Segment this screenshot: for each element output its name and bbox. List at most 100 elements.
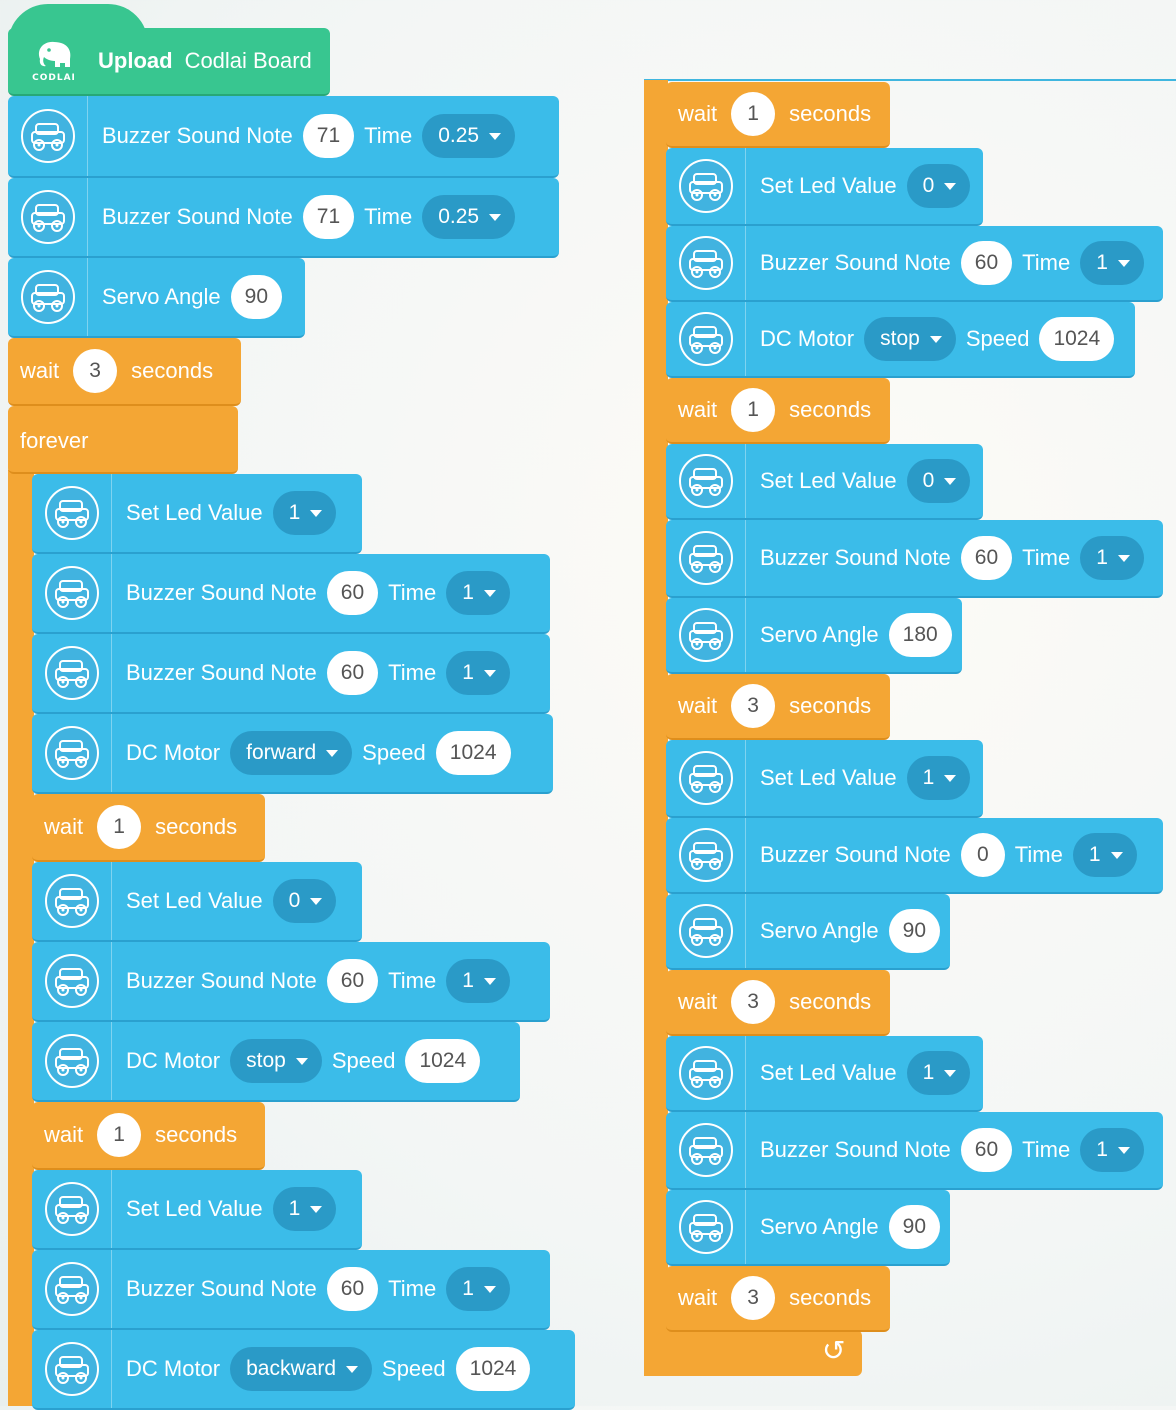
- chevron-down-icon: [944, 477, 957, 485]
- angle-input[interactable]: 90: [888, 1205, 940, 1249]
- upload-hat-block[interactable]: CODLAI Upload Codlai Board: [8, 28, 330, 96]
- buzzer-sound-note-block[interactable]: Buzzer Sound Note 60 Time 1: [32, 554, 550, 634]
- wait-seconds-input[interactable]: 1: [97, 1113, 142, 1157]
- buzzer-sound-note-block[interactable]: Buzzer Sound Note 60 Time 1: [666, 520, 1163, 598]
- time-dropdown[interactable]: 1: [1080, 536, 1144, 580]
- buzzer-sound-note-block[interactable]: Buzzer Sound Note 71 Time 0.25: [8, 178, 559, 258]
- buzzer-sound-note-block[interactable]: Buzzer Sound Note 60 Time 1: [32, 634, 550, 714]
- time-dropdown[interactable]: 1: [446, 571, 510, 615]
- led-value-dropdown[interactable]: 1: [272, 1187, 337, 1231]
- wait-seconds-input[interactable]: 3: [731, 684, 776, 728]
- led-value-dropdown[interactable]: 0: [906, 164, 971, 208]
- wait-seconds-input[interactable]: 1: [731, 388, 776, 432]
- angle-input[interactable]: 90: [230, 275, 282, 319]
- device-icon-cell: [32, 634, 112, 712]
- set-led-value-block[interactable]: Set Led Value 1: [32, 1170, 362, 1250]
- led-value-dropdown[interactable]: 1: [906, 1051, 971, 1095]
- device-icon-cell: [666, 302, 746, 376]
- led-value-dropdown[interactable]: 0: [906, 459, 971, 503]
- time-dropdown[interactable]: 1: [446, 959, 510, 1003]
- wait-seconds-input[interactable]: 3: [73, 349, 118, 393]
- blocks-workspace[interactable]: CODLAI Upload Codlai Board Buzzer Sound …: [0, 0, 1176, 1410]
- led-value-dropdown[interactable]: 1: [906, 756, 971, 800]
- set-led-value-block[interactable]: Set Led Value 1: [666, 1036, 983, 1112]
- block-label: Buzzer Sound Note: [760, 842, 951, 867]
- wait-block[interactable]: wait 3 seconds: [666, 970, 890, 1036]
- direction-dropdown[interactable]: stop: [230, 1039, 322, 1083]
- note-input[interactable]: 60: [326, 1267, 379, 1311]
- wait-block[interactable]: wait 1 seconds: [32, 794, 265, 862]
- block-content: Set Led Value 1: [746, 756, 971, 800]
- time-dropdown[interactable]: 0.25: [422, 195, 516, 239]
- wait-block[interactable]: wait 1 seconds: [32, 1102, 265, 1170]
- buzzer-sound-note-block[interactable]: Buzzer Sound Note 71 Time 0.25: [8, 96, 559, 178]
- note-input[interactable]: 0: [960, 833, 1005, 877]
- note-input[interactable]: 71: [302, 195, 355, 239]
- set-led-value-block[interactable]: Set Led Value 1: [32, 474, 362, 554]
- speed-input[interactable]: 1024: [435, 731, 511, 775]
- note-input[interactable]: 60: [960, 536, 1013, 580]
- device-icon-cell: [32, 862, 112, 940]
- time-dropdown[interactable]: 1: [1072, 833, 1137, 877]
- time-dropdown[interactable]: 1: [446, 651, 510, 695]
- robot-car-icon: [44, 726, 99, 780]
- time-dropdown[interactable]: 1: [1080, 1128, 1144, 1172]
- dc-motor-block[interactable]: DC Motor stop Speed 1024: [32, 1022, 520, 1102]
- speed-input[interactable]: 1024: [455, 1347, 531, 1391]
- dc-motor-block[interactable]: DC Motor stop Speed 1024: [666, 302, 1135, 378]
- board-label: Codlai Board: [184, 48, 312, 73]
- dropdown-value: 0: [288, 889, 301, 912]
- dc-motor-block[interactable]: DC Motor backward Speed 1024: [32, 1330, 575, 1410]
- set-led-value-block[interactable]: Set Led Value 0: [666, 148, 983, 226]
- dc-motor-block[interactable]: DC Motor forward Speed 1024: [32, 714, 553, 794]
- speed-input[interactable]: 1024: [1039, 317, 1115, 361]
- dropdown-value: 1: [462, 1277, 474, 1300]
- wait-block[interactable]: wait 3 seconds: [666, 1266, 890, 1332]
- note-input[interactable]: 60: [326, 651, 379, 695]
- speed-input[interactable]: 1024: [405, 1039, 481, 1083]
- seconds-label: seconds: [789, 693, 872, 718]
- block-content: wait 3 seconds: [666, 684, 871, 728]
- note-input[interactable]: 60: [326, 959, 379, 1003]
- set-led-value-block[interactable]: Set Led Value 0: [666, 444, 983, 520]
- block-label: Buzzer Sound Note: [760, 545, 951, 570]
- dropdown-value: 0: [922, 469, 935, 492]
- time-dropdown[interactable]: 1: [1080, 241, 1144, 285]
- set-led-value-block[interactable]: Set Led Value 1: [666, 740, 983, 818]
- servo-angle-block[interactable]: Servo Angle 90: [666, 1190, 950, 1266]
- angle-input[interactable]: 90: [888, 909, 940, 953]
- note-input[interactable]: 71: [302, 114, 355, 158]
- note-input[interactable]: 60: [960, 1128, 1013, 1172]
- buzzer-sound-note-block[interactable]: Buzzer Sound Note 0 Time 1: [666, 818, 1163, 894]
- wait-block[interactable]: wait 1 seconds: [666, 378, 890, 444]
- direction-dropdown[interactable]: forward: [230, 731, 353, 775]
- dropdown-value: 1: [922, 766, 935, 789]
- wait-seconds-input[interactable]: 3: [731, 980, 776, 1024]
- wait-seconds-input[interactable]: 1: [97, 805, 142, 849]
- time-dropdown[interactable]: 1: [446, 1267, 510, 1311]
- direction-dropdown[interactable]: backward: [230, 1347, 373, 1391]
- servo-angle-block[interactable]: Servo Angle 90: [8, 258, 305, 338]
- wait-block[interactable]: wait 1 seconds: [666, 82, 890, 148]
- block-label: Buzzer Sound Note: [102, 123, 293, 148]
- buzzer-sound-note-block[interactable]: Buzzer Sound Note 60 Time 1: [32, 942, 550, 1022]
- buzzer-sound-note-block[interactable]: Buzzer Sound Note 60 Time 1: [32, 1250, 550, 1330]
- wait-seconds-input[interactable]: 3: [731, 1276, 776, 1320]
- angle-input[interactable]: 180: [888, 613, 952, 657]
- time-dropdown[interactable]: 0.25: [422, 114, 516, 158]
- note-input[interactable]: 60: [960, 241, 1013, 285]
- forever-block[interactable]: forever: [8, 406, 238, 474]
- wait-seconds-input[interactable]: 1: [731, 92, 776, 136]
- note-input[interactable]: 60: [326, 571, 379, 615]
- led-value-dropdown[interactable]: 1: [272, 491, 337, 535]
- set-led-value-block[interactable]: Set Led Value 0: [32, 862, 362, 942]
- wait-block[interactable]: wait 3 seconds: [666, 674, 890, 740]
- buzzer-sound-note-block[interactable]: Buzzer Sound Note 60 Time 1: [666, 226, 1163, 302]
- servo-angle-block[interactable]: Servo Angle 90: [666, 894, 950, 970]
- buzzer-sound-note-block[interactable]: Buzzer Sound Note 60 Time 1: [666, 1112, 1163, 1190]
- servo-angle-block[interactable]: Servo Angle 180: [666, 598, 962, 674]
- direction-dropdown[interactable]: stop: [864, 317, 956, 361]
- wait-block[interactable]: wait 3 seconds: [8, 338, 241, 406]
- led-value-dropdown[interactable]: 0: [272, 879, 337, 923]
- device-icon-cell: [32, 1170, 112, 1248]
